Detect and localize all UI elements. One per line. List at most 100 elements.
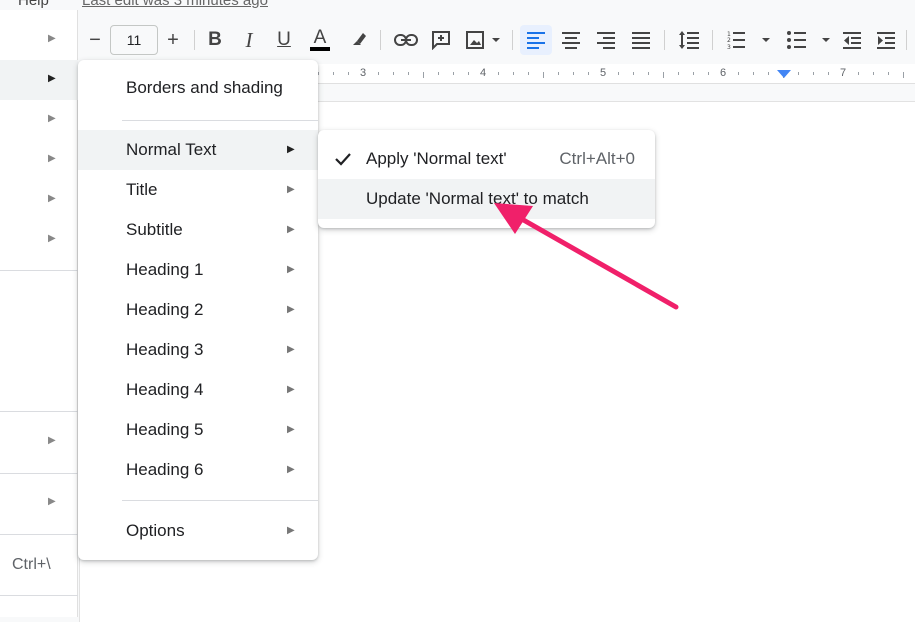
- format-menu-item[interactable]: ▶: [0, 100, 78, 140]
- chevron-right-icon: ▶: [287, 464, 295, 475]
- format-menu-item[interactable]: ▶: [0, 422, 78, 462]
- increase-indent-icon: [877, 32, 895, 49]
- add-comment-icon: [432, 31, 450, 50]
- ruler-tick: [663, 72, 664, 78]
- format-menu-item[interactable]: ▶: [0, 180, 78, 220]
- menu-item-heading-5[interactable]: Heading 5 ▶: [78, 410, 318, 450]
- menu-item-label: Update 'Normal text' to match: [366, 189, 589, 208]
- font-size-input[interactable]: 11: [110, 25, 158, 55]
- menu-item-subtitle[interactable]: Subtitle ▶: [78, 210, 318, 250]
- paragraph-styles-menu: Borders and shading Normal Text ▶ Title …: [78, 60, 318, 560]
- format-menu-item-paragraph-styles[interactable]: ▶: [0, 60, 78, 100]
- menu-item-heading-3[interactable]: Heading 3 ▶: [78, 330, 318, 370]
- menu-item-heading-1[interactable]: Heading 1 ▶: [78, 250, 318, 290]
- bold-button[interactable]: B: [202, 25, 228, 55]
- align-left-button[interactable]: [520, 25, 552, 55]
- italic-icon: I: [245, 27, 253, 52]
- menu-divider: [0, 534, 78, 535]
- increase-font-size-button[interactable]: +: [162, 25, 184, 55]
- borders-and-shading-item[interactable]: Borders and shading: [78, 68, 318, 108]
- highlight-button[interactable]: [344, 25, 372, 55]
- menu-item-heading-6[interactable]: Heading 6 ▶: [78, 450, 318, 490]
- format-menu-item[interactable]: ▶: [0, 483, 78, 523]
- chevron-right-icon: ▶: [48, 153, 56, 164]
- underline-button[interactable]: U: [271, 25, 297, 55]
- menu-divider: [0, 595, 78, 596]
- insert-image-icon: [466, 31, 500, 49]
- format-menu-item[interactable]: ▶: [0, 220, 78, 260]
- apply-normal-text-item[interactable]: Apply 'Normal text' Ctrl+Alt+0: [318, 139, 655, 179]
- ruler-number: 4: [480, 67, 487, 79]
- menu-item-options[interactable]: Options ▶: [78, 511, 318, 551]
- ruler-tick: [558, 72, 559, 75]
- menu-item-heading-2[interactable]: Heading 2 ▶: [78, 290, 318, 330]
- chevron-right-icon: ▶: [48, 496, 56, 507]
- bulleted-list-button[interactable]: [784, 25, 834, 55]
- line-spacing-icon: [679, 31, 699, 49]
- format-menu-item[interactable]: ▶: [0, 20, 78, 60]
- add-comment-button[interactable]: [428, 25, 454, 55]
- chevron-right-icon: ▶: [48, 113, 56, 124]
- update-normal-text-item[interactable]: Update 'Normal text' to match: [318, 179, 655, 219]
- svg-text:3: 3: [727, 44, 731, 50]
- justify-icon: [632, 32, 650, 49]
- menu-divider: [0, 411, 78, 412]
- decrease-font-size-button[interactable]: −: [84, 25, 106, 55]
- chevron-right-icon: ▶: [287, 264, 295, 275]
- ruler-tick: [348, 72, 349, 75]
- right-indent-marker[interactable]: [777, 70, 791, 78]
- menu-item-label: Options: [126, 521, 185, 540]
- align-center-button[interactable]: [556, 25, 586, 55]
- menu-item-title[interactable]: Title ▶: [78, 170, 318, 210]
- ruler-tick: [873, 72, 874, 75]
- ruler-tick: [408, 72, 409, 75]
- menu-item-label: Normal Text: [126, 140, 217, 159]
- text-color-button[interactable]: A: [306, 25, 334, 55]
- menu-item-heading-4[interactable]: Heading 4 ▶: [78, 370, 318, 410]
- ruler-number: 3: [360, 67, 367, 79]
- chevron-right-icon: ▶: [287, 224, 295, 235]
- chevron-right-icon: ▶: [48, 193, 56, 204]
- chevron-right-icon: ▶: [287, 144, 295, 155]
- chevron-right-icon: ▶: [48, 435, 56, 446]
- chevron-right-icon: ▶: [287, 424, 295, 435]
- insert-image-button[interactable]: [464, 25, 504, 55]
- ruler-tick: [858, 72, 859, 75]
- ruler-number: 7: [840, 67, 847, 79]
- align-right-button[interactable]: [591, 25, 621, 55]
- justify-button[interactable]: [626, 25, 656, 55]
- minus-icon: −: [89, 28, 101, 51]
- increase-indent-button[interactable]: [872, 25, 900, 55]
- ruler-tick: [903, 72, 904, 78]
- numbered-list-button[interactable]: 123: [724, 25, 774, 55]
- ruler-tick: [813, 72, 814, 75]
- ruler-tick: [378, 72, 379, 75]
- line-spacing-button[interactable]: [674, 25, 704, 55]
- chevron-right-icon: ▶: [287, 344, 295, 355]
- help-menu[interactable]: Help: [18, 0, 49, 9]
- ruler-tick: [543, 72, 544, 78]
- last-edit-link[interactable]: Last edit was 3 minutes ago: [82, 0, 268, 9]
- text-color-swatch: [310, 47, 330, 51]
- toolbar-divider: [512, 30, 513, 50]
- menu-item-label: Heading 2: [126, 300, 204, 319]
- bulleted-list-icon: [787, 31, 830, 49]
- ruler-tick: [828, 72, 829, 75]
- ruler-tick: [438, 72, 439, 75]
- align-left-icon: [527, 32, 545, 49]
- ruler-tick: [468, 72, 469, 75]
- decrease-indent-button[interactable]: [838, 25, 866, 55]
- ruler-tick: [333, 72, 334, 75]
- text-color-icon: A: [313, 27, 327, 48]
- italic-button[interactable]: I: [236, 25, 262, 55]
- insert-link-button[interactable]: [392, 25, 420, 55]
- menu-divider: [0, 270, 78, 271]
- ruler-tick: [513, 72, 514, 75]
- ruler-number: 5: [600, 67, 607, 79]
- align-center-icon: [562, 32, 580, 49]
- highlight-icon: [353, 33, 366, 45]
- menu-item-normal-text[interactable]: Normal Text ▶: [78, 130, 318, 170]
- ruler-tick: [678, 72, 679, 75]
- format-menu-item[interactable]: ▶: [0, 140, 78, 180]
- ruler-tick: [453, 72, 454, 75]
